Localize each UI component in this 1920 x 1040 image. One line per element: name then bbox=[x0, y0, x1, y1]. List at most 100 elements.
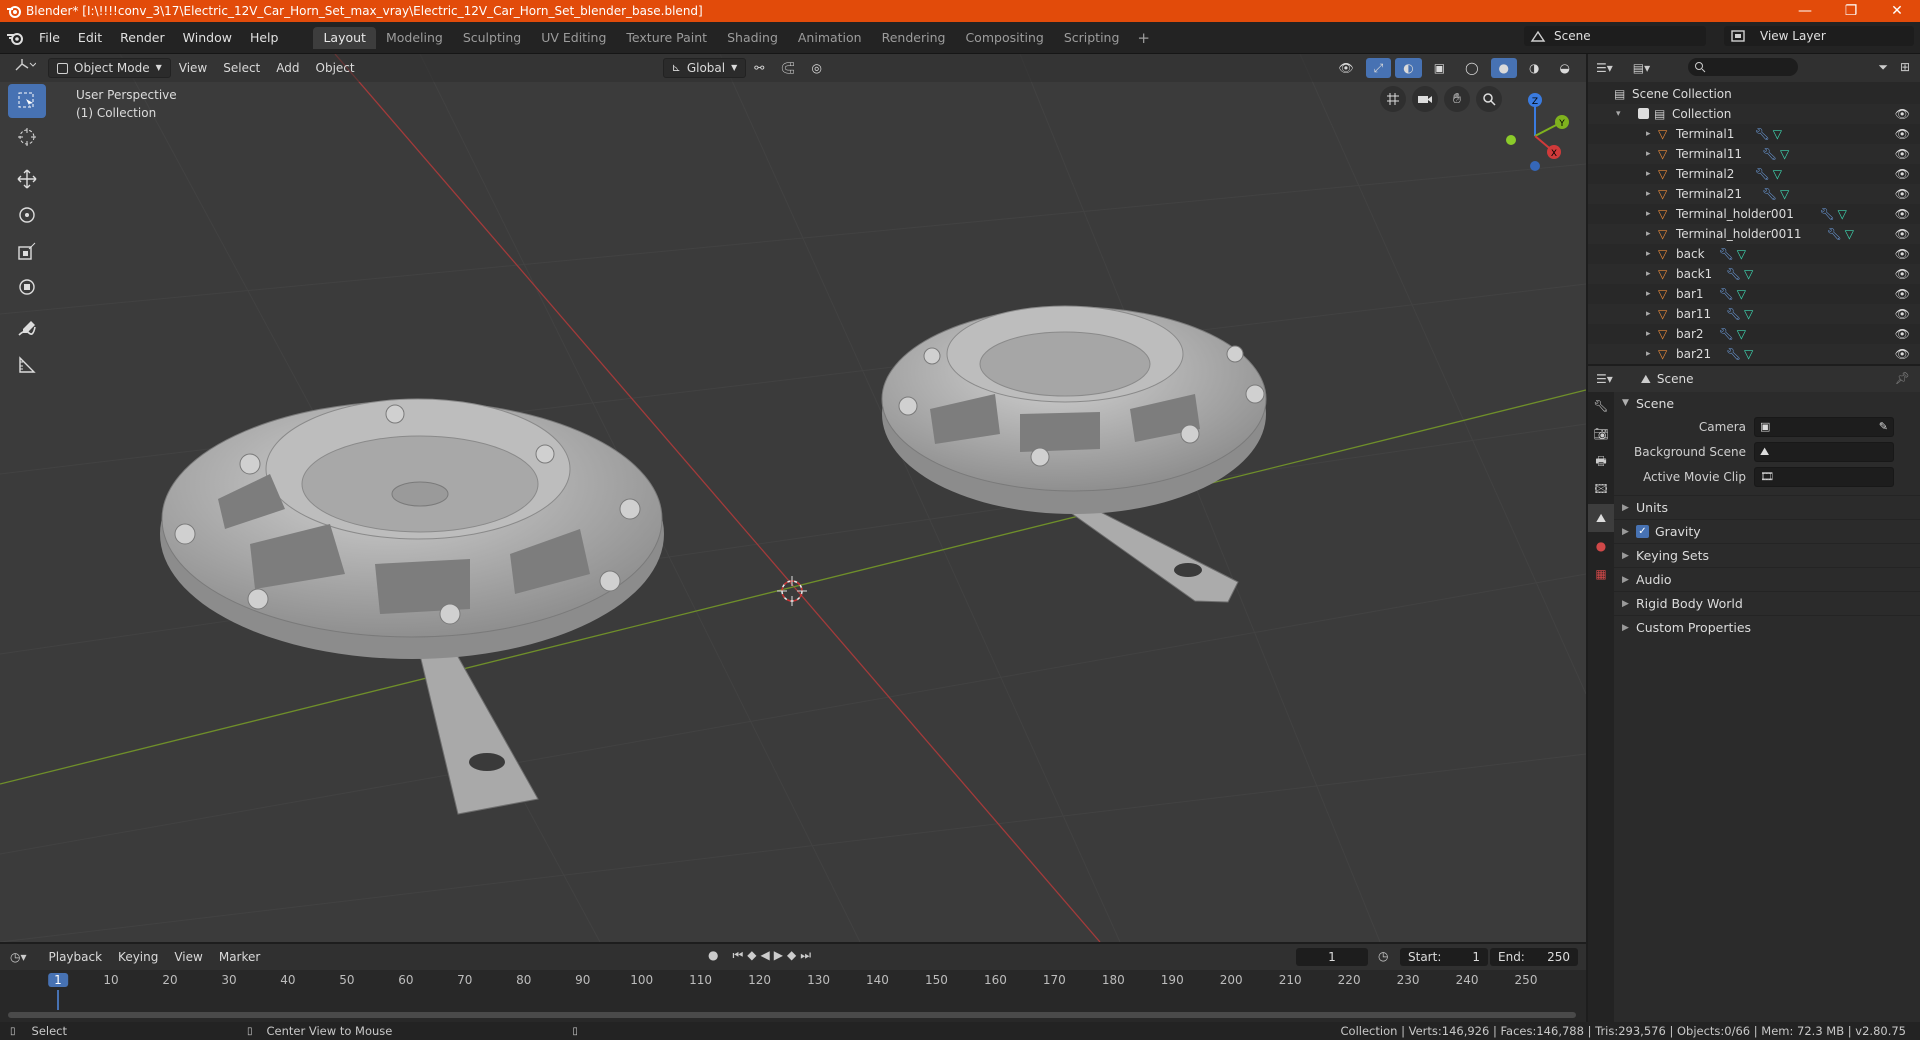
gravity-panel[interactable]: ▶ ✓ Gravity bbox=[1614, 519, 1920, 543]
outliner-collection[interactable]: ▾ ▤ Collection 👁︎ bbox=[1588, 104, 1920, 124]
move-tool[interactable] bbox=[8, 162, 46, 196]
visibility-eye-icon[interactable]: 👁︎ bbox=[1895, 327, 1910, 341]
modifier-icon[interactable]: 🔧︎ bbox=[1726, 267, 1741, 281]
transform-orientation-dropdown[interactable]: ⊾ Global ▼ bbox=[662, 58, 747, 78]
wireframe-shading-icon[interactable]: ◯ bbox=[1457, 58, 1486, 78]
outliner-search-input[interactable] bbox=[1688, 58, 1798, 76]
visibility-eye-icon[interactable]: 👁︎ bbox=[1895, 247, 1910, 261]
pan-view-icon[interactable]: ✋︎ bbox=[1444, 86, 1470, 112]
visibility-eye-icon[interactable]: 👁︎ bbox=[1895, 187, 1910, 201]
mesh-data-icon[interactable]: ▽ bbox=[1737, 247, 1746, 261]
timeline-menu-keying[interactable]: Keying bbox=[110, 947, 166, 967]
minimize-button[interactable]: — bbox=[1782, 0, 1828, 22]
disclosure-icon[interactable]: ▸ bbox=[1646, 349, 1651, 359]
timeline-body[interactable] bbox=[0, 990, 1586, 1022]
jump-end-icon[interactable]: ⏭ bbox=[800, 948, 811, 963]
mesh-data-icon[interactable]: ▽ bbox=[1845, 227, 1854, 241]
outliner-object-row[interactable]: ▸ ▽ bar11 🔧︎ ▽ 👁︎ bbox=[1588, 304, 1920, 324]
outliner-object-row[interactable]: ▸ ▽ Terminal11 🔧︎ ▽ 👁︎ bbox=[1588, 144, 1920, 164]
add-workspace-button[interactable]: + bbox=[1129, 29, 1158, 47]
tab-modeling[interactable]: Modeling bbox=[376, 27, 453, 49]
proportional-edit-icon[interactable]: ◎ bbox=[804, 58, 830, 78]
outliner-editor-icon[interactable]: ☰▾ bbox=[1596, 61, 1613, 75]
new-collection-icon[interactable]: ⊞ bbox=[1900, 60, 1910, 74]
scene-panel-header[interactable]: ▼ Scene bbox=[1614, 392, 1920, 414]
select-box-tool[interactable] bbox=[8, 84, 46, 118]
axis-orientation-gizmo[interactable]: Z Y X bbox=[1490, 86, 1580, 176]
maximize-button[interactable]: ❐ bbox=[1828, 0, 1874, 22]
preview-range-icon[interactable]: ◷ bbox=[1378, 949, 1388, 963]
modifier-icon[interactable]: 🔧︎ bbox=[1726, 347, 1741, 361]
start-frame-field[interactable]: Start: 1 bbox=[1400, 948, 1488, 966]
visibility-eye-icon[interactable]: 👁︎ bbox=[1895, 127, 1910, 141]
visibility-eye-icon[interactable]: 👁︎ bbox=[1895, 107, 1910, 121]
gravity-checkbox[interactable]: ✓ bbox=[1636, 525, 1649, 538]
timeline-editor-icon[interactable]: ◷▾ bbox=[10, 950, 27, 964]
tab-shading[interactable]: Shading bbox=[717, 27, 788, 49]
modifier-icon[interactable]: 🔧︎ bbox=[1719, 287, 1734, 301]
tab-render[interactable]: 📷︎ bbox=[1588, 420, 1614, 448]
tab-texture[interactable]: ▦ bbox=[1588, 560, 1614, 588]
background-scene-field[interactable]: ⛰︎ bbox=[1754, 441, 1894, 462]
mesh-data-icon[interactable]: ▽ bbox=[1744, 307, 1753, 321]
transform-tool[interactable] bbox=[8, 270, 46, 304]
play-reverse-icon[interactable]: ◀ bbox=[761, 948, 770, 963]
timeline-menu-playback[interactable]: Playback bbox=[41, 947, 111, 967]
visibility-eye-icon[interactable]: 👁︎ bbox=[1895, 347, 1910, 361]
disclosure-icon[interactable]: ▸ bbox=[1646, 289, 1651, 299]
properties-editor-icon[interactable]: ☰▾ bbox=[1596, 372, 1613, 386]
3d-viewport[interactable]: Object Mode ▼ View Select Add Object ⊾ G… bbox=[0, 54, 1586, 942]
mesh-data-icon[interactable]: ▽ bbox=[1773, 167, 1782, 181]
custom-properties-panel[interactable]: ▶ Custom Properties bbox=[1614, 615, 1920, 639]
snap-icon[interactable]: 🧲︎ bbox=[772, 58, 803, 78]
timeline-menu-marker[interactable]: Marker bbox=[211, 947, 268, 967]
material-shading-icon[interactable]: ◑ bbox=[1521, 58, 1547, 78]
filter-icon[interactable]: ⏷ bbox=[1878, 60, 1888, 75]
tab-texture-paint[interactable]: Texture Paint bbox=[616, 27, 717, 49]
xray-toggle-icon[interactable]: ▣ bbox=[1426, 58, 1453, 78]
disclosure-icon[interactable]: ▸ bbox=[1646, 129, 1651, 139]
display-mode-icon[interactable]: ▤▾ bbox=[1633, 61, 1650, 75]
visibility-eye-icon[interactable]: 👁︎ bbox=[1895, 267, 1910, 281]
pin-icon[interactable]: 📌︎ bbox=[1895, 371, 1910, 385]
mesh-data-icon[interactable]: ▽ bbox=[1838, 207, 1847, 221]
tab-sculpting[interactable]: Sculpting bbox=[453, 27, 531, 49]
overlay-toggle-icon[interactable]: ◐ bbox=[1395, 58, 1422, 78]
outliner-object-row[interactable]: ▸ ▽ Terminal21 🔧︎ ▽ 👁︎ bbox=[1588, 184, 1920, 204]
rigid-body-world-panel[interactable]: ▶ Rigid Body World bbox=[1614, 591, 1920, 615]
gizmo-toggle-icon[interactable]: ⤢ bbox=[1365, 58, 1392, 78]
mesh-data-icon[interactable]: ▽ bbox=[1737, 327, 1746, 341]
mesh-data-icon[interactable]: ▽ bbox=[1737, 287, 1746, 301]
disclosure-icon[interactable]: ▸ bbox=[1646, 169, 1651, 179]
timeline-scrollbar[interactable] bbox=[8, 1012, 1576, 1018]
view-layer-selector[interactable]: View Layer bbox=[1724, 26, 1914, 46]
disclosure-icon[interactable]: ▸ bbox=[1646, 229, 1651, 239]
menu-edit[interactable]: Edit bbox=[69, 22, 111, 54]
modifier-icon[interactable]: 🔧︎ bbox=[1755, 127, 1770, 141]
annotate-tool[interactable] bbox=[8, 312, 46, 346]
timeline-ruler[interactable]: 1 10 20 30 40 50 60 70 80 90 100 110 120 130 140 150 160… bbox=[0, 970, 1586, 990]
visibility-eye-icon[interactable]: 👁︎ bbox=[1895, 227, 1910, 241]
viewport-menu-add[interactable]: Add bbox=[268, 58, 307, 78]
menu-render[interactable]: Render bbox=[111, 22, 174, 54]
rotate-tool[interactable] bbox=[8, 198, 46, 232]
tab-animation[interactable]: Animation bbox=[788, 27, 872, 49]
outliner-scene-collection[interactable]: ▤ Scene Collection bbox=[1588, 84, 1920, 104]
modifier-icon[interactable]: 🔧︎ bbox=[1719, 327, 1734, 341]
camera-field[interactable]: ▣ ✎ bbox=[1754, 416, 1894, 437]
mesh-data-icon[interactable]: ▽ bbox=[1780, 147, 1789, 161]
outliner-object-row[interactable]: ▸ ▽ Terminal_holder001 🔧︎ ▽ 👁︎ bbox=[1588, 204, 1920, 224]
modifier-icon[interactable]: 🔧︎ bbox=[1755, 167, 1770, 181]
audio-panel[interactable]: ▶ Audio bbox=[1614, 567, 1920, 591]
grid-view-icon[interactable] bbox=[1380, 86, 1406, 112]
disclosure-icon[interactable]: ▾ bbox=[1616, 109, 1621, 119]
outliner-object-row[interactable]: ▸ ▽ bar2 🔧︎ ▽ 👁︎ bbox=[1588, 324, 1920, 344]
disclosure-icon[interactable]: ▸ bbox=[1646, 309, 1651, 319]
outliner-object-row[interactable]: ▸ ▽ back 🔧︎ ▽ 👁︎ bbox=[1588, 244, 1920, 264]
solid-shading-icon[interactable]: ● bbox=[1490, 58, 1518, 78]
units-panel[interactable]: ▶ Units bbox=[1614, 495, 1920, 519]
modifier-icon[interactable]: 🔧︎ bbox=[1827, 227, 1842, 241]
tab-world[interactable]: ● bbox=[1588, 532, 1614, 560]
modifier-icon[interactable]: 🔧︎ bbox=[1719, 247, 1734, 261]
viewport-menu-object[interactable]: Object bbox=[308, 58, 363, 78]
